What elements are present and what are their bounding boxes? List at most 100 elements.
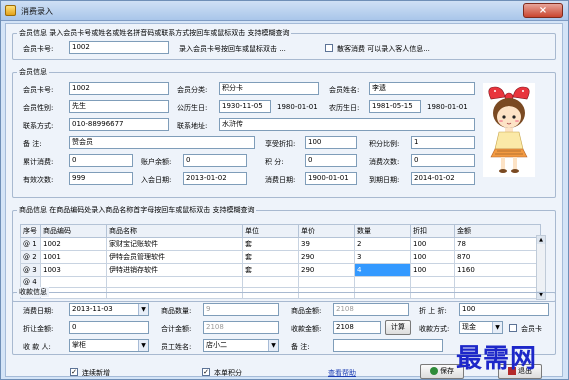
lunar-birthday-field[interactable]: 1981-05-15 bbox=[369, 100, 421, 113]
table-row[interactable]: @ 4 bbox=[20, 276, 541, 288]
cell-amount[interactable] bbox=[454, 276, 541, 288]
row-index[interactable]: @ 3 bbox=[20, 263, 41, 277]
close-button[interactable]: × bbox=[523, 3, 563, 18]
contact-field[interactable]: 010-88996677 bbox=[69, 118, 169, 131]
chevron-down-icon[interactable]: ▼ bbox=[492, 322, 502, 333]
col-header-qty[interactable]: 数量 bbox=[354, 224, 411, 238]
col-header-discount[interactable]: 折扣 bbox=[410, 224, 455, 238]
points-checkbox-label: 本单积分 bbox=[214, 369, 242, 377]
category-label: 会员分类: bbox=[177, 86, 208, 94]
cell-discount[interactable]: 100 bbox=[410, 237, 455, 251]
col-header-index[interactable]: 序号 bbox=[20, 224, 41, 238]
col-header-name[interactable]: 商品名称 bbox=[106, 224, 243, 238]
pay-method-select[interactable]: 现金 ▼ bbox=[459, 321, 503, 334]
cell-qty[interactable]: 3 bbox=[354, 250, 411, 264]
calculate-button[interactable]: 计算 bbox=[385, 320, 411, 335]
member-card-checkbox[interactable] bbox=[509, 324, 517, 332]
visit-count-field[interactable]: 0 bbox=[411, 154, 475, 167]
cell-amount[interactable]: 1160 bbox=[454, 263, 541, 277]
row-index[interactable]: @ 4 bbox=[20, 276, 41, 288]
cell-code[interactable] bbox=[40, 276, 107, 288]
consume-date-field[interactable]: 1900-01-01 bbox=[305, 172, 357, 185]
checkout-remark-field[interactable] bbox=[333, 339, 443, 352]
checkout-date-select[interactable]: 2013-11-03 ▼ bbox=[69, 303, 149, 316]
cell-name[interactable]: 伊特会员管理软件 bbox=[106, 250, 243, 264]
cell-amount[interactable]: 870 bbox=[454, 250, 541, 264]
help-link[interactable]: 查看帮助 bbox=[328, 368, 356, 378]
cell-price[interactable]: 39 bbox=[298, 237, 355, 251]
points-label: 积 分: bbox=[265, 158, 284, 166]
col-header-amount[interactable]: 金额 bbox=[454, 224, 541, 238]
cell-discount[interactable]: 100 bbox=[410, 263, 455, 277]
member-search-group: 会员信息 录入会员卡号或姓名或姓名拼音码或联系方式按回车或鼠标双击 支持模糊查询… bbox=[12, 28, 556, 60]
cell-amount[interactable]: 78 bbox=[454, 237, 541, 251]
discount-amount-field[interactable]: 0 bbox=[69, 321, 149, 334]
cell-price[interactable] bbox=[298, 276, 355, 288]
cell-code[interactable]: 1002 bbox=[40, 237, 107, 251]
expire-field[interactable]: 2014-01-02 bbox=[411, 172, 475, 185]
cell-name[interactable]: 伊特进销存软件 bbox=[106, 263, 243, 277]
table-row[interactable]: @ 3 1003 伊特进销存软件 套 290 4 100 1160 bbox=[20, 263, 541, 277]
row-index[interactable]: @ 2 bbox=[20, 250, 41, 264]
birthday-field[interactable]: 1930-11-05 bbox=[219, 100, 271, 113]
cell-unit[interactable] bbox=[242, 276, 299, 288]
name-field[interactable]: 李遗 bbox=[369, 82, 475, 95]
staff-select[interactable]: 店小二 ▼ bbox=[203, 339, 279, 352]
table-row[interactable]: @ 1 1002 家财宝记账软件 套 39 2 100 78 bbox=[20, 237, 541, 251]
chevron-down-icon[interactable]: ▼ bbox=[138, 340, 148, 351]
cell-unit[interactable]: 套 bbox=[242, 250, 299, 264]
address-label: 联系地址: bbox=[177, 122, 208, 130]
goods-scrollbar[interactable]: ▲ ▼ bbox=[536, 235, 546, 300]
qty-field[interactable]: 9 bbox=[203, 303, 279, 316]
chevron-down-icon[interactable]: ▼ bbox=[138, 304, 148, 315]
col-header-code[interactable]: 商品编码 bbox=[40, 224, 107, 238]
cell-discount[interactable] bbox=[410, 276, 455, 288]
amount-field[interactable]: 2108 bbox=[333, 303, 409, 316]
received-field[interactable]: 2108 bbox=[333, 321, 381, 334]
scroll-up-icon[interactable]: ▲ bbox=[537, 236, 545, 244]
category-field[interactable]: 积分卡 bbox=[219, 82, 319, 95]
row-index[interactable]: @ 1 bbox=[20, 237, 41, 251]
cell-code[interactable]: 1001 bbox=[40, 250, 107, 264]
total-spend-field[interactable]: 0 bbox=[69, 154, 133, 167]
valid-count-field[interactable]: 999 bbox=[69, 172, 133, 185]
gender-field[interactable]: 先生 bbox=[69, 100, 169, 113]
birthday-label: 公历生日: bbox=[177, 104, 208, 112]
col-header-unit[interactable]: 单位 bbox=[242, 224, 299, 238]
cell-name[interactable]: 家财宝记账软件 bbox=[106, 237, 243, 251]
cell-unit[interactable]: 套 bbox=[242, 263, 299, 277]
balance-label: 账户余额: bbox=[141, 158, 172, 166]
points-checkbox[interactable]: ✓ bbox=[202, 368, 210, 376]
col-header-price[interactable]: 单价 bbox=[298, 224, 355, 238]
table-row[interactable]: @ 2 1001 伊特会员管理软件 套 290 3 100 870 bbox=[20, 250, 541, 264]
address-field[interactable]: 水浒传 bbox=[219, 118, 475, 131]
cell-discount[interactable]: 100 bbox=[410, 250, 455, 264]
remark-field[interactable]: 赞会员 bbox=[69, 136, 255, 149]
points-field[interactable]: 0 bbox=[305, 154, 357, 167]
card-no-field[interactable]: 1002 bbox=[69, 82, 169, 95]
cell-price[interactable]: 290 bbox=[298, 250, 355, 264]
received-label: 收款金额: bbox=[291, 325, 322, 333]
walkin-checkbox[interactable] bbox=[325, 44, 333, 52]
title-bar: 消费录入 × bbox=[1, 1, 568, 21]
cell-qty-selected[interactable]: 4 bbox=[354, 263, 411, 277]
remark-label: 备 注: bbox=[23, 140, 42, 148]
chevron-down-icon[interactable]: ▼ bbox=[268, 340, 278, 351]
cell-unit[interactable]: 套 bbox=[242, 237, 299, 251]
points-ratio-field[interactable]: 1 bbox=[411, 136, 475, 149]
continuous-checkbox[interactable]: ✓ bbox=[70, 368, 78, 376]
total-field[interactable]: 2108 bbox=[203, 321, 279, 334]
join-date-field[interactable]: 2013-01-02 bbox=[183, 172, 247, 185]
balance-field[interactable]: 0 bbox=[183, 154, 247, 167]
payee-select[interactable]: 掌柜 ▼ bbox=[69, 339, 149, 352]
discount-field[interactable]: 100 bbox=[305, 136, 357, 149]
cell-code[interactable]: 1003 bbox=[40, 263, 107, 277]
cell-price[interactable]: 290 bbox=[298, 263, 355, 277]
extra-discount-field[interactable]: 100 bbox=[459, 303, 549, 316]
cell-qty[interactable]: 2 bbox=[354, 237, 411, 251]
name-label: 会员姓名: bbox=[329, 86, 360, 94]
cell-qty[interactable] bbox=[354, 276, 411, 288]
cell-name[interactable] bbox=[106, 276, 243, 288]
discount-label: 享受折扣: bbox=[265, 140, 296, 148]
search-card-input[interactable]: 1002 bbox=[69, 41, 169, 54]
